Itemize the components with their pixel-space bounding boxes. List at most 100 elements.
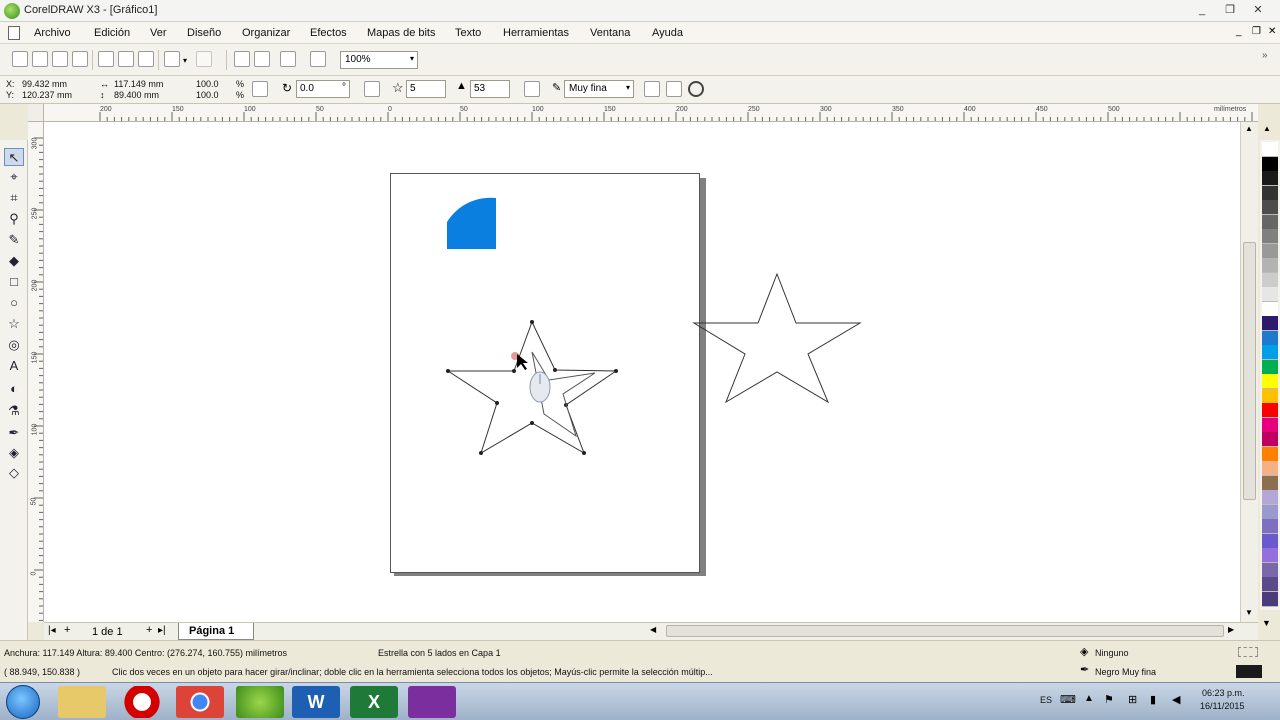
redo-icon[interactable] [196, 51, 212, 67]
y-position-field[interactable]: 120.237 mm [22, 90, 72, 100]
keyboard-icon[interactable]: ⌨ [1060, 693, 1076, 706]
color-swatch[interactable] [1262, 258, 1278, 273]
vertical-scrollbar[interactable]: ▲ ▼ [1240, 122, 1258, 622]
clock-time[interactable]: 06:23 p.m. [1202, 688, 1245, 698]
application-launcher-icon[interactable] [280, 51, 296, 67]
color-swatch[interactable] [1262, 504, 1278, 520]
outline-width-select[interactable]: Muy fina ▾ [564, 80, 634, 98]
clock-date[interactable]: 16/11/2015 [1200, 701, 1244, 711]
first-page-icon[interactable]: |◂ [48, 625, 56, 636]
menu-herramientas[interactable]: Herramientas [503, 27, 569, 39]
sharpness-field[interactable]: 53 [470, 80, 510, 98]
vertical-ruler[interactable]: 300 250 200 150 100 50 0 [28, 122, 44, 622]
ellipse-tool-icon[interactable]: ○ [4, 294, 24, 312]
color-swatch[interactable] [1262, 243, 1278, 259]
palette-scroll-down-icon[interactable]: ▼ [1262, 618, 1271, 628]
zoom-level-select[interactable]: 100% ▾ [340, 51, 418, 69]
mirror-icon[interactable] [364, 81, 380, 97]
menu-diseno[interactable]: Diseño [187, 27, 221, 39]
palette-scroll-up-icon[interactable]: ▲ [1263, 124, 1271, 133]
to-front-icon[interactable] [644, 81, 660, 97]
color-swatch[interactable] [1262, 171, 1278, 186]
copy-icon[interactable] [118, 51, 134, 67]
color-swatch[interactable] [1262, 214, 1278, 230]
language-indicator[interactable]: ES [1040, 695, 1052, 705]
scroll-down-icon[interactable]: ▼ [1245, 608, 1253, 617]
fill-swatch-none[interactable] [1238, 647, 1258, 657]
scrollbar-thumb[interactable] [1243, 242, 1256, 500]
action-center-icon[interactable]: ⚑ [1104, 693, 1114, 706]
doc-close-button[interactable]: ✕ [1268, 26, 1276, 37]
crop-tool-icon[interactable]: ⌗ [4, 189, 24, 207]
color-swatch[interactable] [1262, 388, 1278, 404]
color-swatch[interactable] [1262, 490, 1278, 505]
to-back-icon[interactable] [666, 81, 682, 97]
opera-icon[interactable] [118, 686, 166, 718]
color-swatch[interactable] [1262, 417, 1278, 433]
new-icon[interactable] [12, 51, 28, 67]
menu-edicion[interactable]: Edición [94, 27, 130, 39]
menu-mapas-de-bits[interactable]: Mapas de bits [367, 27, 435, 39]
undo-icon[interactable] [164, 51, 180, 67]
signal-icon[interactable]: ▮ [1150, 693, 1156, 706]
color-swatch[interactable] [1262, 142, 1278, 157]
menu-texto[interactable]: Texto [455, 27, 481, 39]
x-position-field[interactable]: 99.432 mm [22, 79, 67, 89]
color-swatch[interactable] [1262, 301, 1278, 317]
outline-swatch-black[interactable] [1236, 665, 1262, 678]
undo-dropdown-icon[interactable]: ▾ [183, 56, 187, 65]
color-swatch[interactable] [1262, 200, 1278, 215]
import-icon[interactable] [234, 51, 250, 67]
volume-icon[interactable]: ◀ [1172, 693, 1180, 706]
toolbar-options-icon[interactable]: » [1262, 50, 1268, 61]
width-field[interactable]: 117.149 mm [114, 79, 163, 89]
chrome-icon[interactable] [176, 686, 224, 718]
open-icon[interactable] [32, 51, 48, 67]
cut-icon[interactable] [98, 51, 114, 67]
color-swatch[interactable] [1262, 316, 1278, 331]
network-icon[interactable]: ⊞ [1128, 693, 1137, 706]
scale-x-field[interactable]: 100.0 [196, 79, 219, 89]
word-icon[interactable]: W [292, 686, 340, 718]
scale-y-field[interactable]: 100.0 [196, 90, 219, 100]
smart-fill-icon[interactable]: ◆ [4, 252, 24, 270]
rotation-field[interactable]: 0.0 ° [296, 80, 350, 98]
color-swatch[interactable] [1262, 577, 1278, 592]
convert-to-curves-icon[interactable] [688, 81, 704, 97]
color-swatch[interactable] [1262, 287, 1278, 302]
print-icon[interactable] [72, 51, 88, 67]
corel-online-icon[interactable] [310, 51, 326, 67]
color-swatch[interactable] [1262, 272, 1278, 288]
rectangle-tool-icon[interactable]: □ [4, 273, 24, 291]
color-swatch[interactable] [1262, 330, 1278, 346]
freehand-tool-icon[interactable]: ✎ [4, 231, 24, 249]
color-swatch[interactable] [1262, 461, 1278, 476]
color-swatch[interactable] [1262, 591, 1278, 607]
tab-page-1[interactable]: Página 1 [178, 623, 254, 640]
menu-efectos[interactable]: Efectos [310, 27, 347, 39]
interactive-fill-icon[interactable]: ◇ [4, 464, 24, 482]
text-tool-icon[interactable]: A [4, 357, 24, 375]
color-swatch[interactable] [1262, 548, 1278, 563]
add-page-before-icon[interactable]: + [64, 624, 70, 636]
scroll-left-icon[interactable]: ◀ [650, 625, 656, 634]
ruler-origin[interactable] [28, 104, 44, 122]
outline-tool-icon[interactable]: ✒ [4, 424, 24, 442]
polygon-tool-icon[interactable]: ☆ [4, 315, 24, 333]
save-icon[interactable] [52, 51, 68, 67]
shape-tool-icon[interactable]: ⌖ [4, 168, 24, 186]
document-icon[interactable] [8, 26, 20, 40]
color-swatch[interactable] [1262, 185, 1278, 201]
menu-ver[interactable]: Ver [150, 27, 167, 39]
show-hidden-icons-icon[interactable]: ▲ [1084, 693, 1094, 704]
minimize-button[interactable]: _ [1190, 2, 1214, 19]
color-swatch[interactable] [1262, 432, 1278, 447]
color-swatch[interactable] [1262, 475, 1278, 491]
fill-tool-icon[interactable]: ◈ [4, 444, 24, 462]
color-swatch[interactable] [1262, 156, 1278, 172]
pick-tool-icon[interactable]: ↖ [4, 148, 24, 166]
color-swatch[interactable] [1262, 345, 1278, 360]
horizontal-ruler[interactable]: 200 150 100 50 0 50 100 150 200 250 300 … [44, 104, 1258, 122]
color-swatch[interactable] [1262, 533, 1278, 549]
points-field[interactable]: 5 [406, 80, 446, 98]
